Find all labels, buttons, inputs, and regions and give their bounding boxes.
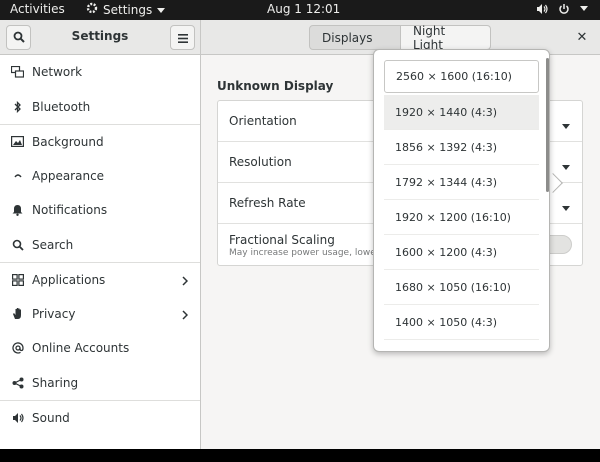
sidebar-item-sound[interactable]: Sound <box>0 400 200 435</box>
resolution-popover: 2560 × 1600 (16:10) 1920 × 1440 (4:3) 18… <box>373 49 550 352</box>
sidebar-item-label: Appearance <box>32 168 105 183</box>
close-icon: ✕ <box>576 30 588 45</box>
search-button[interactable] <box>6 25 31 50</box>
row-label: Resolution <box>229 155 292 169</box>
sidebar-item-label: Search <box>32 237 74 252</box>
sidebar-item-label: Privacy <box>32 306 76 321</box>
resolution-option[interactable]: 1920 × 1440 (4:3) <box>384 95 539 130</box>
screen-bottom <box>0 449 600 462</box>
resolution-option[interactable]: 1920 × 1200 (16:10) <box>384 200 539 235</box>
row-label: Refresh Rate <box>229 196 306 210</box>
applications-icon <box>11 273 24 286</box>
at-icon <box>11 342 24 355</box>
sidebar-item-online-accounts[interactable]: Online Accounts <box>0 331 200 366</box>
resolution-option[interactable]: 1600 × 1200 (4:3) <box>384 235 539 270</box>
sidebar-item-applications[interactable]: Applications <box>0 262 200 297</box>
system-menu[interactable] <box>536 3 588 15</box>
caret-down-icon <box>562 200 570 214</box>
chevron-down-icon <box>580 6 588 12</box>
activities-button[interactable]: Activities <box>10 2 65 16</box>
search-icon <box>13 28 25 47</box>
display-name: Unknown Display <box>217 79 334 93</box>
sidebar-item-label: Bluetooth <box>32 99 91 114</box>
speaker-icon <box>11 411 24 424</box>
page-switcher: Displays Night Light <box>309 24 491 52</box>
sidebar-item-label: Sound <box>32 410 70 425</box>
row-label: Orientation <box>229 114 297 128</box>
caret-down-icon <box>562 118 570 132</box>
gear-icon <box>86 2 98 17</box>
chevron-down-icon <box>157 3 166 17</box>
sidebar-item-privacy[interactable]: Privacy <box>0 297 200 332</box>
power-icon <box>558 3 570 15</box>
sidebar-item-notifications[interactable]: Notifications <box>0 193 200 228</box>
main-menu-button[interactable] <box>170 25 195 50</box>
caret-down-icon <box>562 159 570 173</box>
sidebar-item-label: Online Accounts <box>32 341 130 356</box>
sidebar: Network Bluetooth Background Appearance … <box>0 55 201 449</box>
bluetooth-icon <box>11 100 24 113</box>
sidebar-item-label: Network <box>32 65 83 80</box>
share-icon <box>11 376 24 389</box>
sidebar-item-label: Sharing <box>32 375 79 390</box>
top-bar: Activities Settings Aug 1 12:01 <box>0 0 600 20</box>
sidebar-item-background[interactable]: Background <box>0 124 200 159</box>
close-button[interactable]: ✕ <box>574 30 590 46</box>
search-icon <box>11 238 24 251</box>
window-title: Settings <box>71 29 129 43</box>
resolution-option[interactable]: 1856 × 1392 (4:3) <box>384 130 539 165</box>
sidebar-item-label: Applications <box>32 272 106 287</box>
clock[interactable]: Aug 1 12:01 <box>267 2 340 16</box>
sidebar-item-network[interactable]: Network <box>0 55 200 90</box>
tab-displays[interactable]: Displays <box>309 25 401 50</box>
sidebar-item-appearance[interactable]: Appearance <box>0 159 200 194</box>
sidebar-item-search[interactable]: Search <box>0 228 200 263</box>
appearance-icon <box>11 169 24 182</box>
resolution-option[interactable]: 1400 × 1050 (4:3) <box>384 305 539 340</box>
resolution-option[interactable]: 2560 × 1600 (16:10) <box>384 60 539 93</box>
tab-night-light[interactable]: Night Light <box>401 24 491 52</box>
hamburger-icon <box>177 28 188 47</box>
settings-window: Settings Displays Night Light ✕ Network <box>0 20 600 449</box>
sidebar-item-sharing[interactable]: Sharing <box>0 366 200 401</box>
sidebar-header: Settings <box>0 20 201 55</box>
app-name: Settings <box>103 2 153 17</box>
sidebar-item-label: Background <box>32 134 104 149</box>
privacy-hand-icon <box>11 307 24 320</box>
network-icon <box>11 66 24 79</box>
app-menu[interactable]: Settings <box>86 2 166 17</box>
chevron-right-icon <box>182 275 189 289</box>
popover-scrollbar[interactable] <box>546 58 549 192</box>
volume-icon <box>536 3 548 15</box>
background-icon <box>11 135 24 148</box>
resolution-option[interactable]: 1680 × 1050 (16:10) <box>384 270 539 305</box>
sidebar-item-bluetooth[interactable]: Bluetooth <box>0 90 200 125</box>
resolution-list: 2560 × 1600 (16:10) 1920 × 1440 (4:3) 18… <box>384 60 539 340</box>
bell-icon <box>11 204 24 217</box>
resolution-option[interactable]: 1792 × 1344 (4:3) <box>384 165 539 200</box>
sidebar-item-label: Notifications <box>32 203 108 218</box>
chevron-right-icon <box>182 309 189 323</box>
